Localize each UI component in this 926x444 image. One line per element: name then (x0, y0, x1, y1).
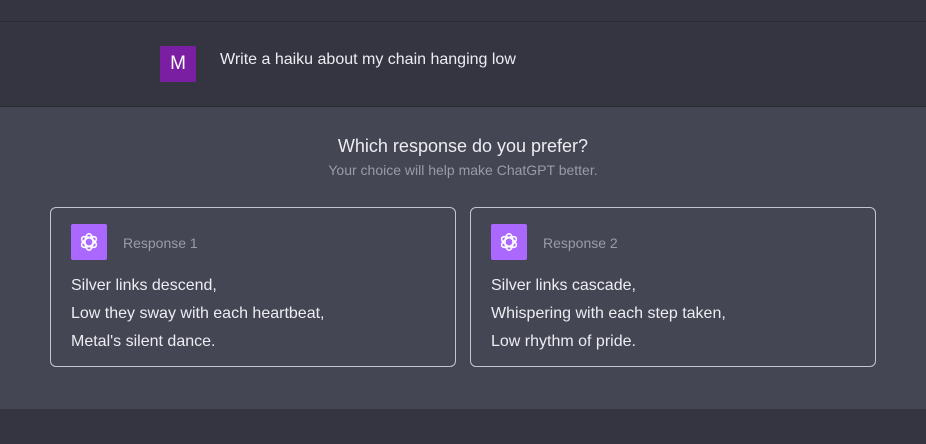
openai-logo-icon (71, 224, 107, 260)
haiku-line: Silver links descend, (71, 277, 217, 294)
response-text: Silver links cascade, Whispering with ea… (491, 272, 726, 356)
haiku-line: Silver links cascade, (491, 277, 636, 294)
user-message-text: Write a haiku about my chain hanging low (220, 51, 516, 68)
bottom-bar (0, 409, 926, 444)
response-label: Response 2 (543, 235, 618, 251)
haiku-line: Metal's silent dance. (71, 333, 216, 350)
comparison-question: Which response do you prefer? (337, 136, 589, 156)
haiku-line: Low they sway with each heartbeat, (71, 305, 325, 322)
haiku-line: Whispering with each step taken, (491, 305, 726, 322)
haiku-line: Low rhythm of pride. (491, 333, 636, 350)
openai-logo-icon (491, 224, 527, 260)
response-2-card[interactable]: Response 2 Silver links cascade, Whisper… (470, 207, 876, 367)
top-bar (0, 0, 926, 22)
response-comparison-panel: Which response do you prefer? Your choic… (0, 107, 926, 409)
user-avatar: M (160, 46, 196, 82)
user-message-row: M Write a haiku about my chain hanging l… (0, 22, 926, 107)
response-text: Silver links descend, Low they sway with… (71, 272, 324, 356)
comparison-subtitle: Your choice will help make ChatGPT bette… (328, 162, 598, 178)
response-label: Response 1 (123, 235, 198, 251)
response-1-card[interactable]: Response 1 Silver links descend, Low the… (50, 207, 456, 367)
